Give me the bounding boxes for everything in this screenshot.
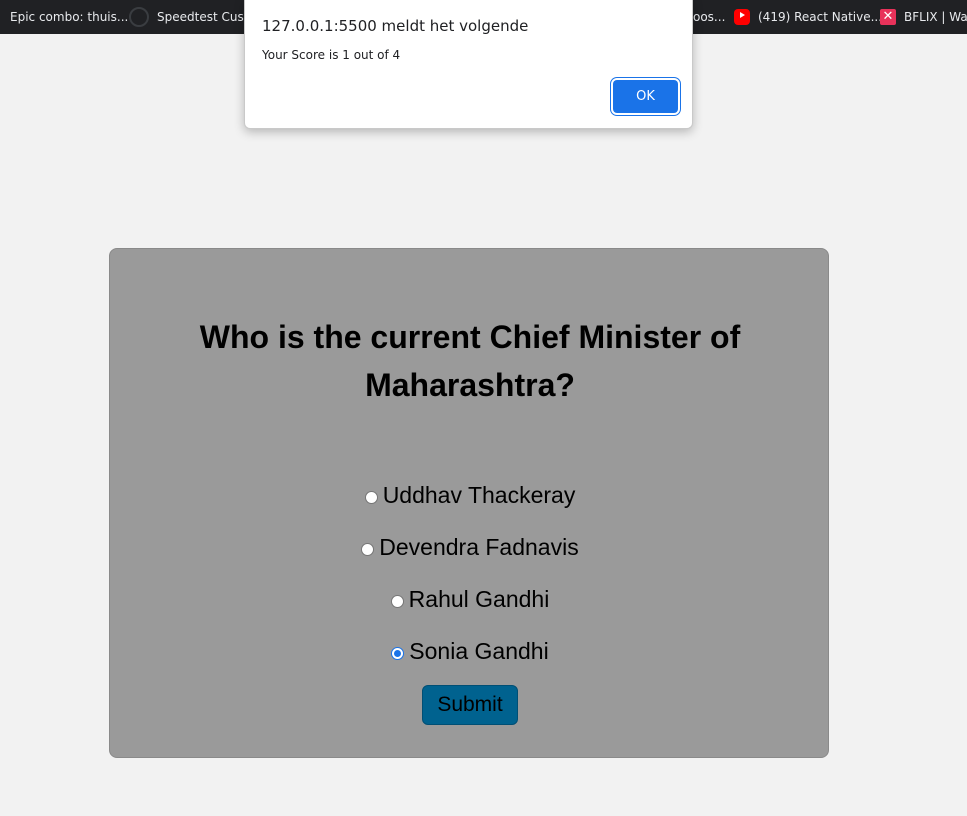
- speedtest-icon: [129, 7, 149, 27]
- option-label: Sonia Gandhi: [409, 637, 549, 664]
- radio-button[interactable]: [364, 490, 378, 504]
- bookmark-item[interactable]: Epic combo: thuis...: [10, 0, 128, 34]
- quiz-card: Who is the current Chief Minister of Mah…: [109, 248, 829, 758]
- option-label: Devendra Fadnavis: [379, 533, 579, 560]
- bookmark-item[interactable]: (419) React Native...: [734, 0, 882, 34]
- question-title: Who is the current Chief Minister of Mah…: [199, 319, 741, 403]
- option-sonia-gandhi[interactable]: Sonia Gandhi: [110, 625, 830, 677]
- option-label: Rahul Gandhi: [408, 585, 550, 612]
- bflix-icon: ✕: [880, 9, 896, 25]
- bookmark-label: BFLIX | Watc: [904, 10, 967, 24]
- submit-button[interactable]: Submit: [422, 685, 518, 725]
- radio-button[interactable]: [390, 594, 404, 608]
- youtube-icon: [734, 9, 750, 25]
- alert-title: 127.0.0.1:5500 meldt het volgende: [262, 17, 529, 35]
- radio-button[interactable]: [361, 542, 375, 556]
- bookmark-item[interactable]: oos...: [693, 0, 725, 34]
- option-devendra-fadnavis[interactable]: Devendra Fadnavis: [110, 521, 830, 573]
- bookmark-item[interactable]: ✕ BFLIX | Watc: [880, 0, 967, 34]
- alert-message: Your Score is 1 out of 4: [262, 48, 401, 62]
- alert-dialog: 127.0.0.1:5500 meldt het volgende Your S…: [244, 0, 693, 129]
- options-list: Uddhav Thackeray Devendra Fadnavis Rahul…: [110, 469, 830, 677]
- bookmark-label: oos...: [693, 10, 726, 24]
- radio-button[interactable]: [391, 646, 405, 660]
- bookmark-label: Epic combo: thuis...: [10, 10, 129, 24]
- ok-button[interactable]: OK: [613, 80, 678, 113]
- option-uddhav-thackeray[interactable]: Uddhav Thackeray: [110, 469, 830, 521]
- bookmark-label: (419) React Native...: [758, 10, 883, 24]
- option-label: Uddhav Thackeray: [382, 481, 576, 508]
- option-rahul-gandhi[interactable]: Rahul Gandhi: [110, 573, 830, 625]
